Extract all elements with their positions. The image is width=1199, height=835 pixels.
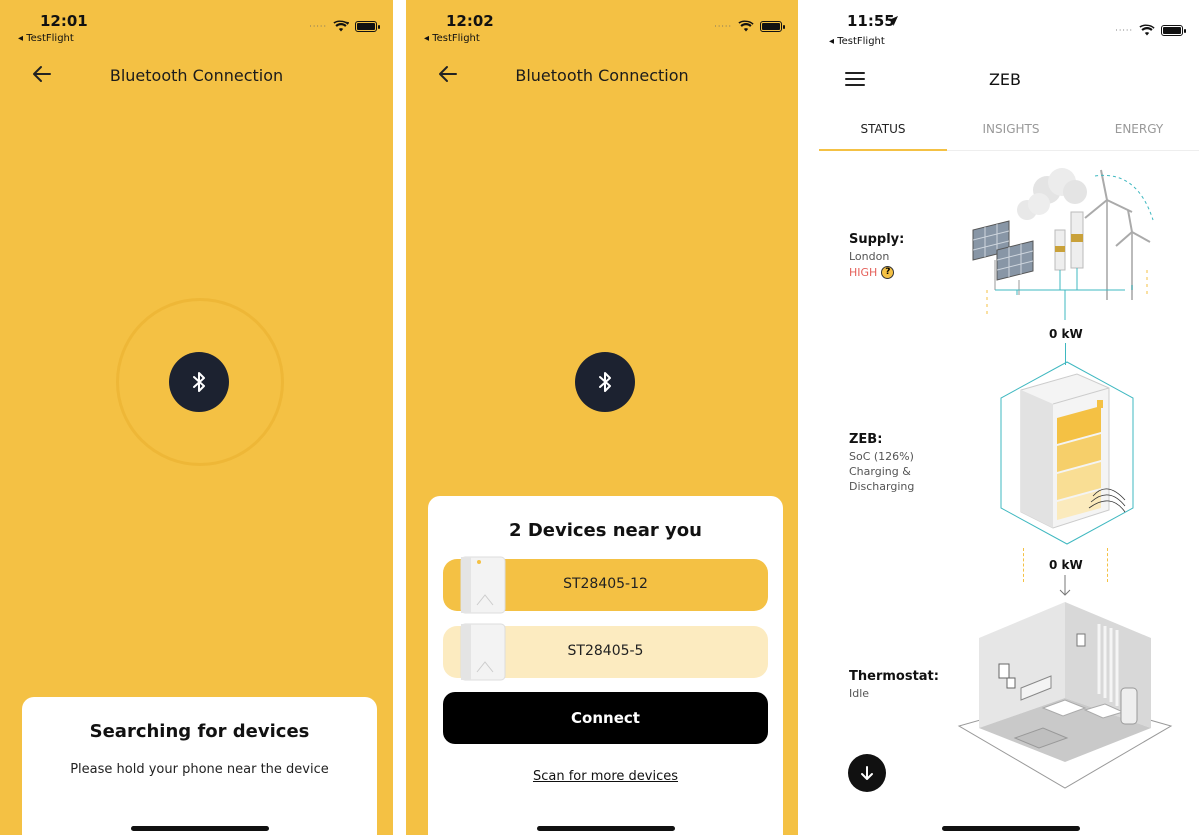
sheet-text: Please hold your phone near the device	[70, 762, 329, 777]
location-arrow-icon	[888, 16, 898, 26]
thermostat-status: Idle	[849, 687, 870, 700]
arrow-down-icon	[861, 766, 873, 780]
bluetooth-button[interactable]	[169, 352, 229, 412]
status-bar: 12:01 ◂ TestFlight ·····	[0, 0, 393, 50]
zeb-soc: SoC (126%)	[849, 450, 914, 463]
device-label: ST28405-12	[563, 576, 648, 592]
wifi-icon	[1139, 24, 1155, 36]
home-indicator	[942, 826, 1080, 831]
help-icon[interactable]: ?	[881, 266, 895, 279]
battery-icon	[1161, 24, 1186, 36]
device-label: ST28405-5	[567, 643, 644, 659]
testflight-back[interactable]: ◂ TestFlight	[18, 33, 74, 44]
bluetooth-icon	[193, 372, 205, 392]
status-bar: 12:02 ◂ TestFlight ·····	[406, 0, 798, 50]
sheet-title: 2 Devices near you	[509, 520, 702, 541]
zeb-label: ZEB:	[849, 432, 883, 447]
signal-dots-icon: ·····	[309, 21, 327, 31]
supply-level: HIGH	[849, 266, 878, 279]
supply-illustration	[972, 168, 1154, 320]
status-time: 12:02	[446, 12, 494, 30]
supply-location: London	[849, 250, 890, 263]
supply-label: Supply:	[849, 232, 905, 247]
status-bar: 11:55 ◂ TestFlight ·····	[811, 0, 1199, 50]
supply-power-value: 0 kW	[1049, 327, 1083, 341]
page-title: Bluetooth Connection	[109, 66, 284, 85]
testflight-back[interactable]: ◂ TestFlight	[424, 33, 480, 44]
screen-zeb-status: 11:55 ◂ TestFlight ····· ZEB STATUS INSI…	[811, 0, 1199, 835]
device-row-selected[interactable]: ST28405-12	[443, 556, 768, 614]
active-tab-indicator	[819, 149, 947, 151]
thermostat-label: Thermostat:	[849, 669, 939, 684]
connector-dashed	[1107, 548, 1108, 582]
screen-devices: 12:02 ◂ TestFlight ····· Bluetooth Conne…	[406, 0, 798, 835]
bluetooth-button[interactable]	[575, 352, 635, 412]
status-time: 12:01	[40, 12, 88, 30]
page-title: Bluetooth Connection	[515, 66, 689, 85]
down-arrow-icon	[1059, 575, 1071, 596]
screen-searching: 12:01 ◂ TestFlight ····· Bluetooth Conne…	[0, 0, 393, 835]
searching-sheet: Searching for devices Please hold your p…	[22, 697, 377, 835]
room-illustration	[957, 602, 1173, 789]
scan-more-link[interactable]: Scan for more devices	[428, 769, 783, 784]
tab-bar: STATUS INSIGHTS ENERGY	[819, 113, 1199, 151]
scroll-down-button[interactable]	[848, 754, 886, 792]
home-indicator	[131, 826, 269, 831]
zeb-state-2: Discharging	[849, 480, 915, 493]
tab-status[interactable]: STATUS	[819, 122, 947, 136]
zeb-state: Charging &	[849, 465, 911, 478]
page-title: ZEB	[988, 70, 1022, 89]
device-row[interactable]: ST28405-5	[443, 623, 768, 681]
wifi-icon	[333, 20, 349, 32]
home-power-value: 0 kW	[1049, 558, 1083, 572]
connector-dashed	[1023, 548, 1024, 582]
tab-insights[interactable]: INSIGHTS	[947, 122, 1075, 136]
signal-dots-icon: ·····	[714, 21, 732, 31]
home-indicator	[537, 826, 675, 831]
signal-dots-icon: ·····	[1115, 25, 1133, 35]
battery-icon	[355, 20, 380, 32]
connect-button[interactable]: Connect	[443, 692, 768, 744]
battery-icon	[760, 20, 785, 32]
tab-energy[interactable]: ENERGY	[1075, 122, 1199, 136]
wifi-icon	[738, 20, 754, 32]
sheet-title: Searching for devices	[89, 721, 310, 742]
devices-sheet: 2 Devices near you ST28405-12 ST28405-5 …	[428, 496, 783, 835]
testflight-back[interactable]: ◂ TestFlight	[829, 36, 885, 47]
zeb-battery-illustration	[1000, 361, 1134, 545]
bluetooth-icon	[599, 372, 611, 392]
